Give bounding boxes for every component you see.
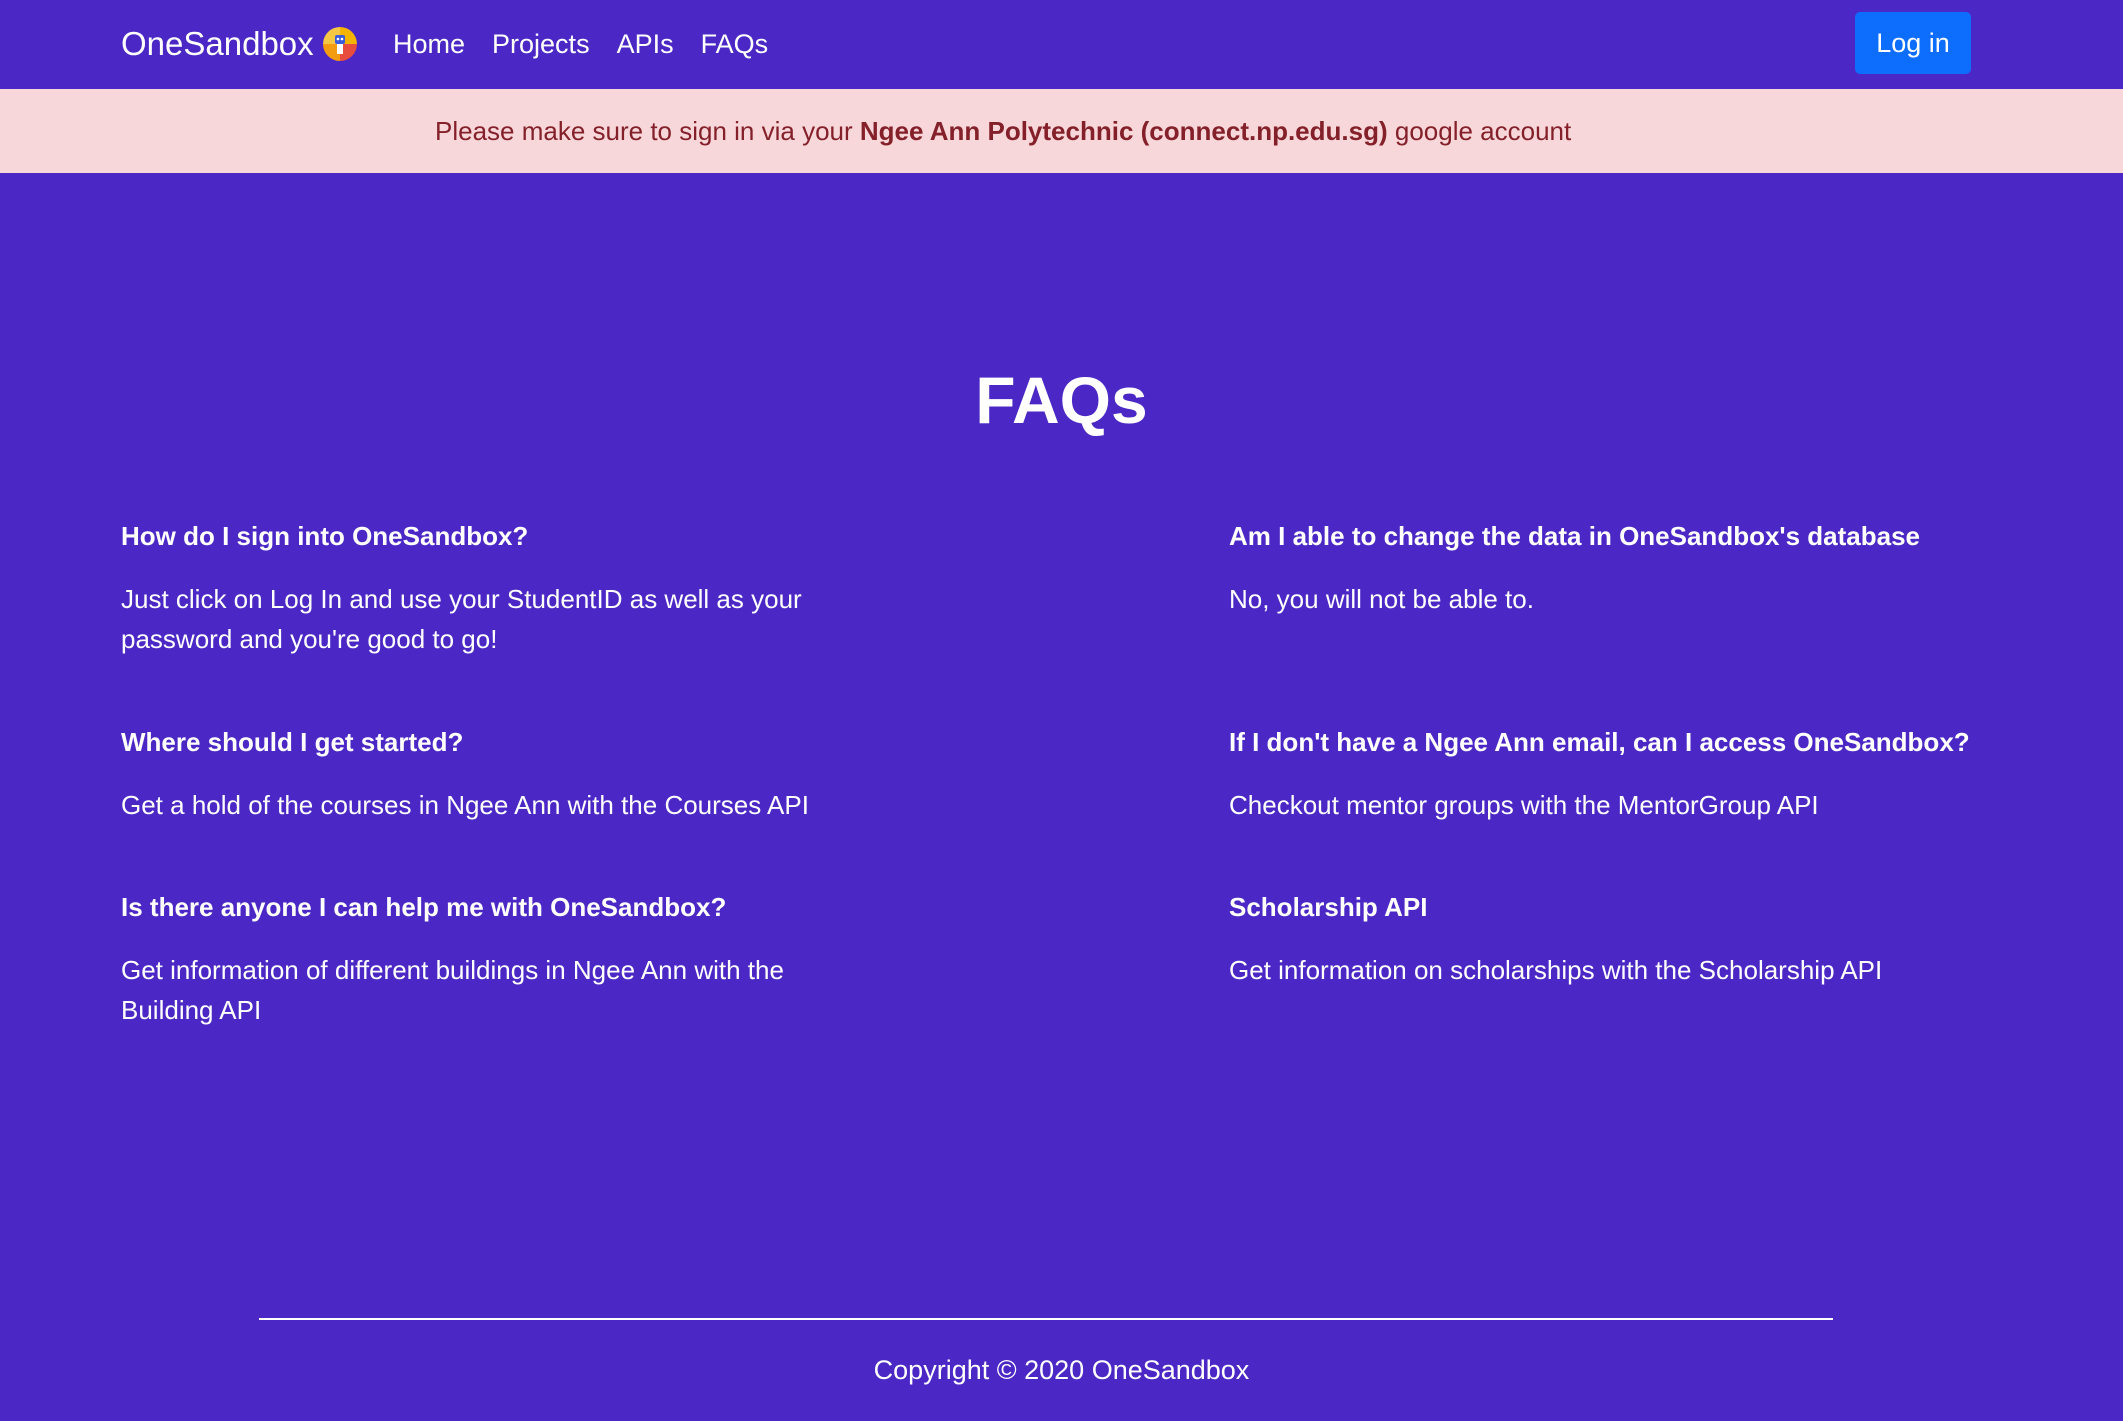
faq-question: Is there anyone I can help me with OneSa… <box>121 892 727 922</box>
top-navbar: OneSandbox Home Projects APIs FAQs Log i… <box>0 0 2123 88</box>
nav-link-apis[interactable]: APIs <box>617 22 674 66</box>
faq-answer: Get information of different buildings i… <box>121 955 784 1025</box>
alert-highlight: Ngee Ann Polytechnic (connect.np.edu.sg) <box>859 116 1388 146</box>
faq-answer: Checkout mentor groups with the MentorGr… <box>1229 790 1819 820</box>
nav-link-faqs[interactable]: FAQs <box>701 22 769 66</box>
robot-logo-icon <box>322 27 357 61</box>
nav-link-home[interactable]: Home <box>393 22 465 66</box>
alert-prefix: Please make sure to sign in via your <box>435 116 860 146</box>
footer-copyright: Copyright © 2020 OneSandbox <box>873 1355 1250 1385</box>
faq-answer: Just click on Log In and use your Studen… <box>121 584 802 654</box>
faq-question: If I don't have a Ngee Ann email, can I … <box>1229 727 1970 757</box>
faq-question: Scholarship API <box>1229 892 1428 922</box>
faq-item: Where should I get started? Get a hold o… <box>121 725 841 825</box>
faq-question: Am I able to change the data in OneSandb… <box>1229 521 1921 551</box>
alert-suffix: google account <box>1387 116 1572 146</box>
nav-link-projects[interactable]: Projects <box>492 22 590 66</box>
login-button[interactable]: Log in <box>1855 12 1971 74</box>
faq-item: Is there anyone I can help me with OneSa… <box>121 890 841 1030</box>
alert-message: Please make sure to sign in via your Nge… <box>435 89 1571 173</box>
faq-answer: Get information on scholarships with the… <box>1229 955 1883 985</box>
faq-item: Scholarship API Get information on schol… <box>1229 890 1949 990</box>
faq-item: How do I sign into OneSandbox? Just clic… <box>121 519 841 659</box>
faq-question: Where should I get started? <box>121 727 464 757</box>
brand-name: OneSandbox <box>121 25 314 62</box>
faq-item: Am I able to change the data in OneSandb… <box>1229 519 1949 619</box>
signin-alert-banner: Please make sure to sign in via your Nge… <box>0 89 2123 173</box>
faq-question: How do I sign into OneSandbox? <box>121 521 529 551</box>
faq-item: If I don't have a Ngee Ann email, can I … <box>1229 725 1970 825</box>
nav-links: Home Projects APIs FAQs <box>393 22 795 66</box>
faq-answer: Get a hold of the courses in Ngee Ann wi… <box>121 790 809 820</box>
footer-divider <box>259 1318 1833 1320</box>
page-title: FAQs <box>975 363 1148 437</box>
faq-answer: No, you will not be able to. <box>1229 584 1534 614</box>
brand-link[interactable]: OneSandbox <box>121 22 357 66</box>
